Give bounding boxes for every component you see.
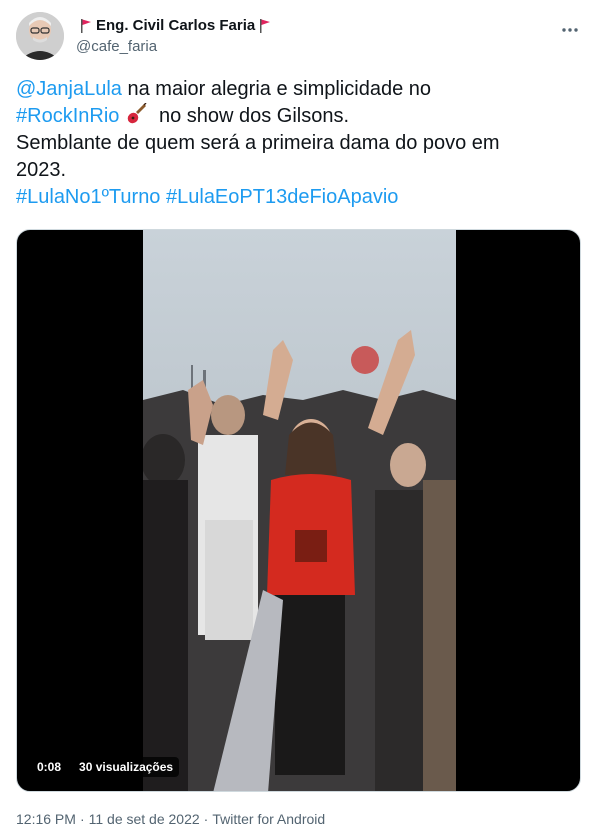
hashtag-rockinrio[interactable]: #RockInRio [16,105,119,127]
tweet-meta: 12:16 PM · 11 de set de 2022 · Twitter for A… [16,810,325,828]
hashtag-lula-pt[interactable]: #LulaEoPT13deFioApavio [166,186,398,208]
tweet-line-2: #RockInRio no show dos Gilsons. [16,103,584,130]
more-horizontal-icon[interactable] [556,16,584,44]
avatar[interactable] [16,12,64,60]
tweet-source[interactable]: Twitter for Android [212,811,325,827]
tweet-header: Eng. Civil Carlos Faria @cafe_faria [16,12,584,62]
tweet-date[interactable]: 11 de set de 2022 [89,811,200,827]
video-meta: 0:08 30 visualizações [31,757,180,777]
tweet-line-4: 2023. [16,159,67,181]
tweet-line-2-text: no show dos Gilsons. [153,105,350,127]
video-views: 30 visualizações [73,757,180,777]
red-flag-icon [260,19,271,33]
video-player[interactable]: 0:08 30 visualizações [16,229,581,792]
tweet-text: @JanjaLula na maior alegria e simplicida… [16,76,584,211]
tweet-time[interactable]: 12:16 PM [16,811,76,827]
video-duration: 0:08 [31,757,68,777]
meta-separator: · [203,811,209,827]
meta-separator: · [79,811,85,827]
tweet-line-3: Semblante de quem será a primeira dama d… [16,132,500,154]
guitar-emoji-icon [128,103,147,124]
tweet-line-1: @JanjaLula na maior alegria e simplicida… [16,76,584,103]
hashtag-lula-turno[interactable]: #LulaNo1ºTurno [16,186,160,208]
tweet-line-5: #LulaNo1ºTurno #LulaEoPT13deFioApavio [16,184,584,211]
user-handle[interactable]: @cafe_faria [76,37,275,57]
author-names: Eng. Civil Carlos Faria @cafe_faria [76,16,275,57]
red-flag-icon [81,19,91,33]
tweet-line-1-text: na maior alegria e simplicidade no [121,78,431,100]
video-frame[interactable] [143,230,456,791]
display-name: Eng. Civil Carlos Faria [96,17,256,34]
display-name-row[interactable]: Eng. Civil Carlos Faria [76,16,275,36]
mention-link[interactable]: @JanjaLula [16,78,122,100]
